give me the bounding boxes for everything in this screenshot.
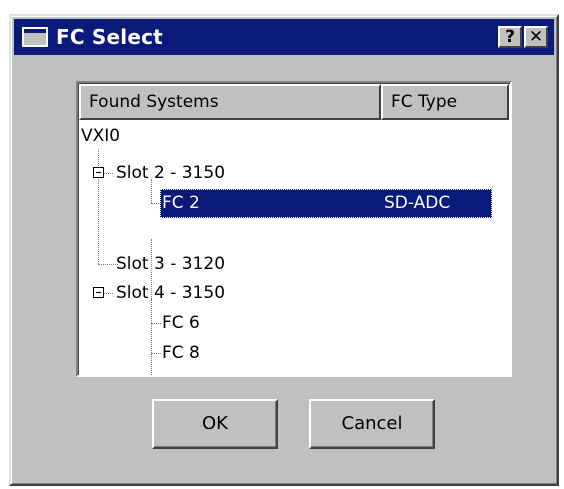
close-button[interactable]: ✕ bbox=[524, 26, 548, 48]
collapse-icon[interactable] bbox=[93, 287, 104, 298]
tree-line bbox=[151, 299, 152, 375]
tree-line bbox=[104, 173, 113, 174]
tree-line bbox=[98, 264, 118, 265]
column-header-fc-type[interactable]: FC Type bbox=[381, 84, 509, 120]
title-bar[interactable]: FC Select ? ✕ bbox=[14, 19, 554, 55]
tree-line bbox=[104, 293, 113, 294]
window-title: FC Select bbox=[56, 25, 163, 49]
tree-line bbox=[151, 323, 161, 324]
ok-button[interactable]: OK bbox=[152, 399, 278, 449]
tree-item-label: VXI0 bbox=[81, 126, 121, 146]
fc-type-value: SD-ADC bbox=[384, 193, 451, 213]
column-header-found-systems[interactable]: Found Systems bbox=[79, 84, 381, 120]
fc-select-dialog: FC Select ? ✕ Found Systems FC Type VXI0 bbox=[9, 14, 559, 486]
tree-line bbox=[151, 353, 161, 354]
tree-item-label: Slot 4 - 3150 bbox=[116, 283, 226, 303]
found-systems-list[interactable]: Found Systems FC Type VXI0 Slot 2 - 3150… bbox=[76, 81, 512, 377]
tree-item-label: FC 6 bbox=[162, 313, 200, 333]
tree-item-label: Slot 3 - 3120 bbox=[116, 254, 226, 274]
tree-item-label: FC 8 bbox=[162, 343, 200, 363]
collapse-icon[interactable] bbox=[93, 167, 104, 178]
window-icon bbox=[22, 27, 48, 47]
cancel-button[interactable]: Cancel bbox=[309, 399, 435, 449]
help-button[interactable]: ? bbox=[498, 26, 522, 48]
tree-item-label: Slot 2 - 3150 bbox=[116, 163, 226, 183]
tree-item-label: FC 2 bbox=[162, 193, 200, 213]
